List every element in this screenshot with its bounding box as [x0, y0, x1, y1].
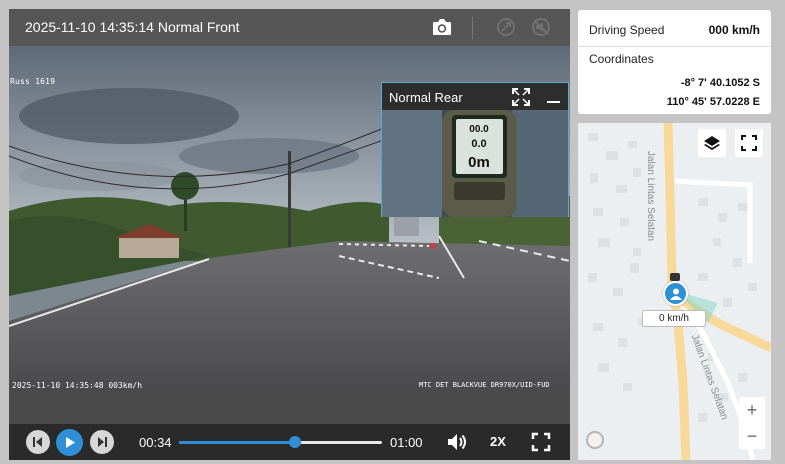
map-fullscreen-button[interactable]	[735, 129, 763, 157]
playback-controls: 00:34 01:00 2X	[9, 424, 570, 460]
front-camera-view[interactable]: Russ 1619 2025-11-10 14:35:48 003km/h MT…	[9, 46, 570, 391]
coordinates-label: Coordinates	[589, 52, 654, 66]
fullscreen-icon	[741, 135, 757, 151]
next-icon	[98, 437, 107, 447]
driving-speed-label: Driving Speed	[589, 23, 665, 37]
rear-camera-pip[interactable]: Normal Rear 00.0 0.0 0m	[381, 82, 569, 217]
osd-device-info: MTC DET BLACKVUE DR970X/UID-FUD	[419, 381, 550, 389]
play-button[interactable]	[56, 429, 83, 456]
rear-camera-view: 00.0 0.0 0m	[382, 110, 568, 217]
map-layers-button[interactable]	[698, 129, 726, 157]
sound-off-icon[interactable]	[529, 15, 553, 39]
satellite-icon[interactable]	[494, 15, 518, 39]
driving-speed-value: 000 km/h	[708, 23, 760, 37]
playback-speed-button[interactable]: 2X	[490, 434, 506, 449]
layers-icon	[704, 136, 720, 150]
minimize-icon[interactable]	[544, 87, 564, 107]
rear-pip-header: Normal Rear	[382, 83, 568, 110]
seek-handle[interactable]	[288, 436, 301, 448]
video-top-bar: 2025-11-10 14:35:14 Normal Front	[9, 9, 570, 46]
total-time: 01:00	[390, 435, 423, 450]
current-time: 00:34	[139, 435, 172, 450]
play-icon	[65, 437, 75, 448]
next-button[interactable]	[90, 430, 114, 454]
vehicle-marker-icon[interactable]	[663, 281, 688, 306]
zoom-in-button[interactable]: +	[739, 397, 765, 423]
osd-timestamp: 2025-11-10 14:35:48 003km/h	[12, 381, 143, 390]
rear-readout-2: 0.0	[471, 138, 486, 150]
previous-icon	[33, 437, 42, 447]
road-label: Jalan Lintas Selatan	[645, 151, 656, 242]
seek-bar[interactable]	[179, 436, 382, 448]
fullscreen-button[interactable]	[530, 431, 552, 453]
seek-bar-fill	[179, 441, 295, 444]
rear-readout-1: 00.0	[469, 124, 489, 135]
info-divider	[578, 46, 771, 47]
camera-icon[interactable]	[430, 15, 454, 39]
zoom-control: + −	[739, 397, 765, 449]
fullscreen-icon	[531, 432, 551, 452]
expand-icon[interactable]	[511, 87, 531, 107]
toolbar-divider	[472, 17, 473, 39]
previous-button[interactable]	[26, 430, 50, 454]
rear-readout-3: 0m	[468, 154, 490, 171]
longitude-value: 110° 45' 57.0228 E	[666, 96, 760, 108]
map-speed-chip: 0 km/h	[642, 310, 706, 327]
latitude-value: -8° 7' 40.1052 S	[680, 77, 760, 89]
video-player: 2025-11-10 14:35:14 Normal Front Russ 16…	[9, 9, 570, 460]
map-view[interactable]: Jalan Lintas Selatan Jalan Lintas Selata…	[578, 123, 771, 460]
video-title: 2025-11-10 14:35:14 Normal Front	[25, 19, 240, 35]
osd-top-text: Russ 1619	[10, 77, 56, 86]
rear-pip-title: Normal Rear	[389, 90, 463, 105]
volume-icon	[448, 434, 466, 450]
map-provider-logo-icon	[586, 431, 604, 449]
trip-info-card: Driving Speed 000 km/h Coordinates -8° 7…	[578, 10, 771, 114]
vehicle-badge-icon	[670, 273, 680, 281]
zoom-out-button[interactable]: −	[739, 423, 765, 449]
volume-button[interactable]	[446, 431, 468, 453]
